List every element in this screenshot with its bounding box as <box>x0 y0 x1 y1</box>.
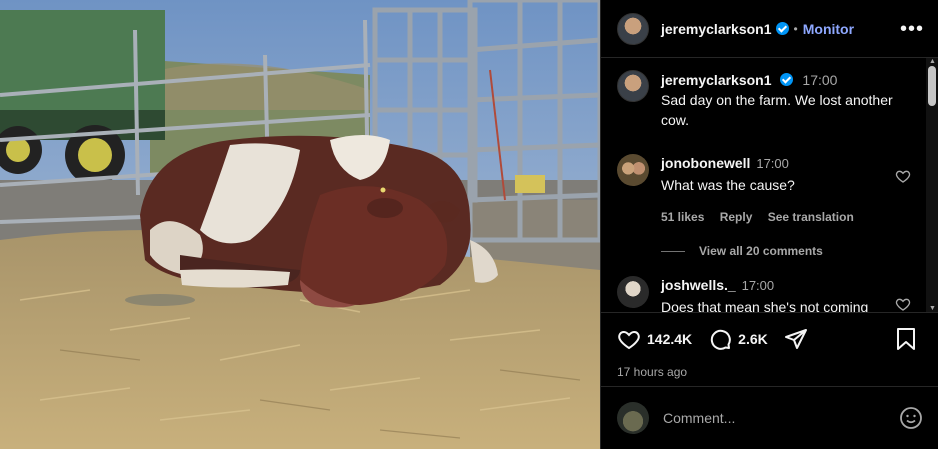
caption-text: Sad day on the farm. We lost another cow… <box>661 92 893 128</box>
reply-button[interactable]: Reply <box>720 210 753 224</box>
likes-count: 142.4K <box>647 331 693 347</box>
view-all-divider <box>661 250 685 252</box>
post-side-panel: jeremyclarkson1 • Monitor ••• jeremyclar… <box>600 0 938 449</box>
post-modal: jeremyclarkson1 • Monitor ••• jeremyclar… <box>0 0 938 449</box>
post-timestamp[interactable]: 17 hours ago <box>617 365 923 379</box>
author-username[interactable]: jeremyclarkson1 <box>661 21 772 37</box>
comment-item: joshwells._ 17:00 Does that mean she's n… <box>617 276 911 312</box>
share-paper-plane-icon <box>784 329 807 349</box>
heart-icon <box>618 330 640 350</box>
actions-row: 142.4K 2.6K <box>617 327 923 351</box>
comment-time: 17:00 <box>741 278 775 293</box>
comment-input[interactable] <box>663 410 873 426</box>
scroll-down-icon[interactable]: ▼ <box>929 305 936 312</box>
follow-button[interactable]: Monitor <box>803 21 854 37</box>
like-comment-heart-icon[interactable] <box>895 168 911 184</box>
post-caption: jeremyclarkson1 17:00 Sad day on the far… <box>617 70 911 130</box>
cow-photo <box>0 0 600 449</box>
caption-username[interactable]: jeremyclarkson1 <box>661 72 772 88</box>
commenter-avatar[interactable] <box>617 154 649 186</box>
comment-bubble-icon <box>711 329 731 350</box>
comments-scrollbar[interactable]: ▲ ▼ <box>926 58 938 312</box>
comment-composer <box>601 386 938 449</box>
share-button[interactable] <box>784 327 814 351</box>
current-user-avatar <box>617 402 649 434</box>
view-all-label: View all 20 comments <box>699 244 823 258</box>
comment-username[interactable]: jonobonewell <box>661 155 750 171</box>
more-horizontal-icon[interactable]: ••• <box>900 19 924 39</box>
comment-likes[interactable]: 51 likes <box>661 210 704 224</box>
like-comment-heart-icon[interactable] <box>895 296 911 312</box>
comment-button[interactable]: 2.6K <box>708 327 768 351</box>
scroll-up-icon[interactable]: ▲ <box>929 58 936 65</box>
verified-badge-icon <box>779 73 793 86</box>
comment-item: jonobonewell 17:00 What was the cause? 5… <box>617 154 911 226</box>
caption-body: jeremyclarkson1 17:00 Sad day on the far… <box>661 70 911 130</box>
scrollbar-thumb[interactable] <box>928 66 936 106</box>
commenter-avatar[interactable] <box>617 276 649 308</box>
header-separator: • <box>793 21 798 36</box>
comment-text: What was the cause? <box>661 177 795 193</box>
see-translation-button[interactable]: See translation <box>768 210 854 224</box>
comment-body: joshwells._ 17:00 Does that mean she's n… <box>661 276 886 312</box>
save-button[interactable] <box>895 327 923 351</box>
bookmark-icon <box>897 328 915 350</box>
comment-body: jonobonewell 17:00 What was the cause? 5… <box>661 154 886 226</box>
comment-time: 17:00 <box>756 156 789 171</box>
post-actions: 142.4K 2.6K 17 hours ago <box>601 312 938 379</box>
post-image[interactable] <box>0 0 600 449</box>
view-all-comments-button[interactable]: View all 20 comments <box>661 244 911 258</box>
comment-meta: 51 likes Reply See translation <box>661 208 886 226</box>
comment-username[interactable]: joshwells._ <box>661 277 736 293</box>
comments-list: jeremyclarkson1 17:00 Sad day on the far… <box>601 58 927 312</box>
author-avatar[interactable] <box>617 12 649 45</box>
caption-time: 17:00 <box>802 72 838 88</box>
caption-avatar[interactable] <box>617 70 649 102</box>
post-header: jeremyclarkson1 • Monitor ••• <box>601 0 938 58</box>
emoji-icon[interactable] <box>899 406 923 430</box>
verified-badge-icon <box>775 22 789 35</box>
comments-count: 2.6K <box>738 331 768 347</box>
comment-text: Does that mean she's not coming on then? <box>661 299 869 312</box>
like-button[interactable]: 142.4K <box>617 327 692 351</box>
